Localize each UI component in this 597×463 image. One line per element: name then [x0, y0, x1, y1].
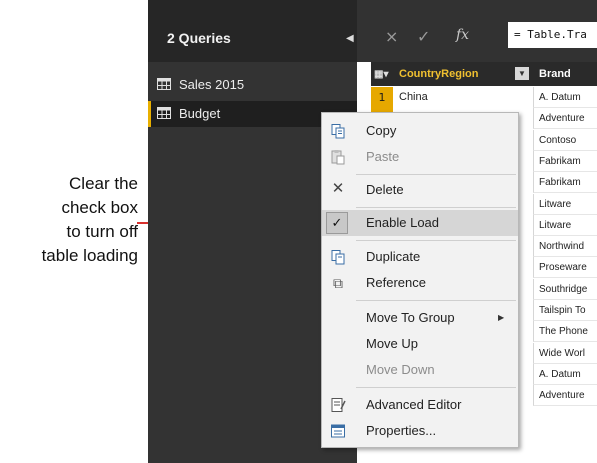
cell-brand[interactable]: Adventure: [533, 108, 597, 130]
filter-dropdown-icon[interactable]: ▼: [515, 67, 529, 80]
copy-icon: [331, 124, 345, 139]
menu-item-label: Copy: [366, 123, 397, 138]
cell-brand[interactable]: Tailspin To: [533, 300, 597, 321]
table-icon: [157, 78, 171, 90]
cell-brand[interactable]: Fabrikam: [533, 150, 597, 172]
menu-item-delete[interactable]: ✕ Delete: [322, 177, 518, 203]
cell-brand[interactable]: Northwind: [533, 236, 597, 258]
context-menu: Copy Paste ✕ Delete ✓ Enable Load Duplic…: [321, 112, 519, 448]
menu-item-enable-load[interactable]: ✓ Enable Load: [322, 210, 518, 236]
cell-brand[interactable]: A. Datum: [533, 87, 597, 108]
menu-item-label: Reference: [366, 275, 426, 290]
menu-item-properties[interactable]: Properties...: [322, 418, 518, 444]
cell-brand[interactable]: Southridge: [533, 278, 597, 300]
confirm-formula-button[interactable]: ✓: [417, 27, 430, 46]
cell-brand[interactable]: Contoso: [533, 129, 597, 151]
menu-item-advanced-editor[interactable]: Advanced Editor: [322, 392, 518, 418]
formula-input[interactable]: = Table.Tra: [508, 22, 597, 48]
menu-item-reference[interactable]: ⧉ Reference: [322, 270, 518, 296]
cell-countryregion[interactable]: China: [393, 87, 539, 108]
cell-brand[interactable]: Litware: [533, 193, 597, 215]
queries-header: 2 Queries ◀: [148, 0, 357, 62]
menu-item-duplicate[interactable]: Duplicate: [322, 244, 518, 270]
column-header-label: CountryRegion: [399, 68, 479, 80]
menu-separator: [356, 207, 516, 208]
callout-text: Clear the check box to turn off table lo…: [0, 172, 138, 268]
cell-brand[interactable]: Proseware: [533, 257, 597, 279]
menu-item-copy[interactable]: Copy: [322, 118, 518, 144]
callout-line-2: check box: [61, 198, 138, 217]
column-header-countryregion[interactable]: CountryRegion ▼: [393, 62, 533, 86]
cell-brand[interactable]: Wide Worl: [533, 342, 597, 364]
enable-load-checkbox[interactable]: ✓: [326, 212, 348, 234]
menu-separator: [356, 240, 516, 241]
column-header-label: Brand: [539, 68, 571, 80]
collapse-pane-icon[interactable]: ◀: [346, 33, 354, 44]
menu-item-move-down[interactable]: Move Down: [322, 357, 518, 383]
table-row[interactable]: 1 China A. Datum: [357, 87, 597, 108]
properties-icon: [331, 424, 345, 438]
menu-item-label: Properties...: [366, 423, 437, 438]
menu-separator: [356, 300, 516, 301]
menu-item-move-to-group[interactable]: Move To Group ▶: [322, 305, 518, 331]
query-item-label: Sales 2015: [179, 77, 245, 92]
menu-item-paste[interactable]: Paste: [322, 144, 518, 170]
callout-line-3: to turn off: [66, 222, 138, 241]
callout-line-4: table loading: [41, 246, 138, 265]
submenu-arrow-icon: ▶: [498, 313, 505, 322]
menu-item-label: Move To Group: [366, 310, 455, 325]
cell-brand[interactable]: A. Datum: [533, 363, 597, 385]
menu-item-label: Advanced Editor: [366, 397, 462, 412]
column-header-brand[interactable]: Brand: [533, 62, 597, 86]
menu-item-label: Enable Load: [366, 215, 440, 230]
cell-brand[interactable]: The Phone: [533, 321, 597, 343]
menu-item-label: Delete: [366, 182, 404, 197]
table-icon: [157, 107, 171, 119]
menu-separator: [356, 174, 516, 175]
cell-brand[interactable]: Adventure: [533, 385, 597, 407]
menu-item-label: Move Up: [366, 336, 419, 351]
callout-line-1: Clear the: [69, 174, 138, 193]
query-item-label: Budget: [179, 106, 221, 121]
cancel-formula-button[interactable]: ×: [385, 27, 398, 46]
menu-separator: [356, 387, 516, 388]
menu-item-move-up[interactable]: Move Up: [322, 331, 518, 357]
menu-item-label: Duplicate: [366, 249, 421, 264]
queries-title: 2 Queries: [167, 30, 231, 46]
paste-icon: [331, 150, 345, 165]
advanced-editor-icon: [331, 398, 346, 412]
cell-brand[interactable]: Litware: [533, 214, 597, 236]
menu-item-label: Move Down: [366, 362, 435, 377]
duplicate-icon: [331, 250, 345, 265]
query-item-sales-2015[interactable]: Sales 2015: [148, 72, 357, 98]
row-number: 1: [371, 87, 393, 108]
delete-icon: ✕: [331, 180, 345, 197]
cell-brand[interactable]: Fabrikam: [533, 172, 597, 194]
table-menu-icon[interactable]: ▦▾: [371, 62, 393, 86]
fx-icon[interactable]: fx: [456, 27, 469, 43]
paperclip-icon: ⧉: [333, 275, 343, 291]
menu-item-label: Paste: [366, 149, 400, 164]
